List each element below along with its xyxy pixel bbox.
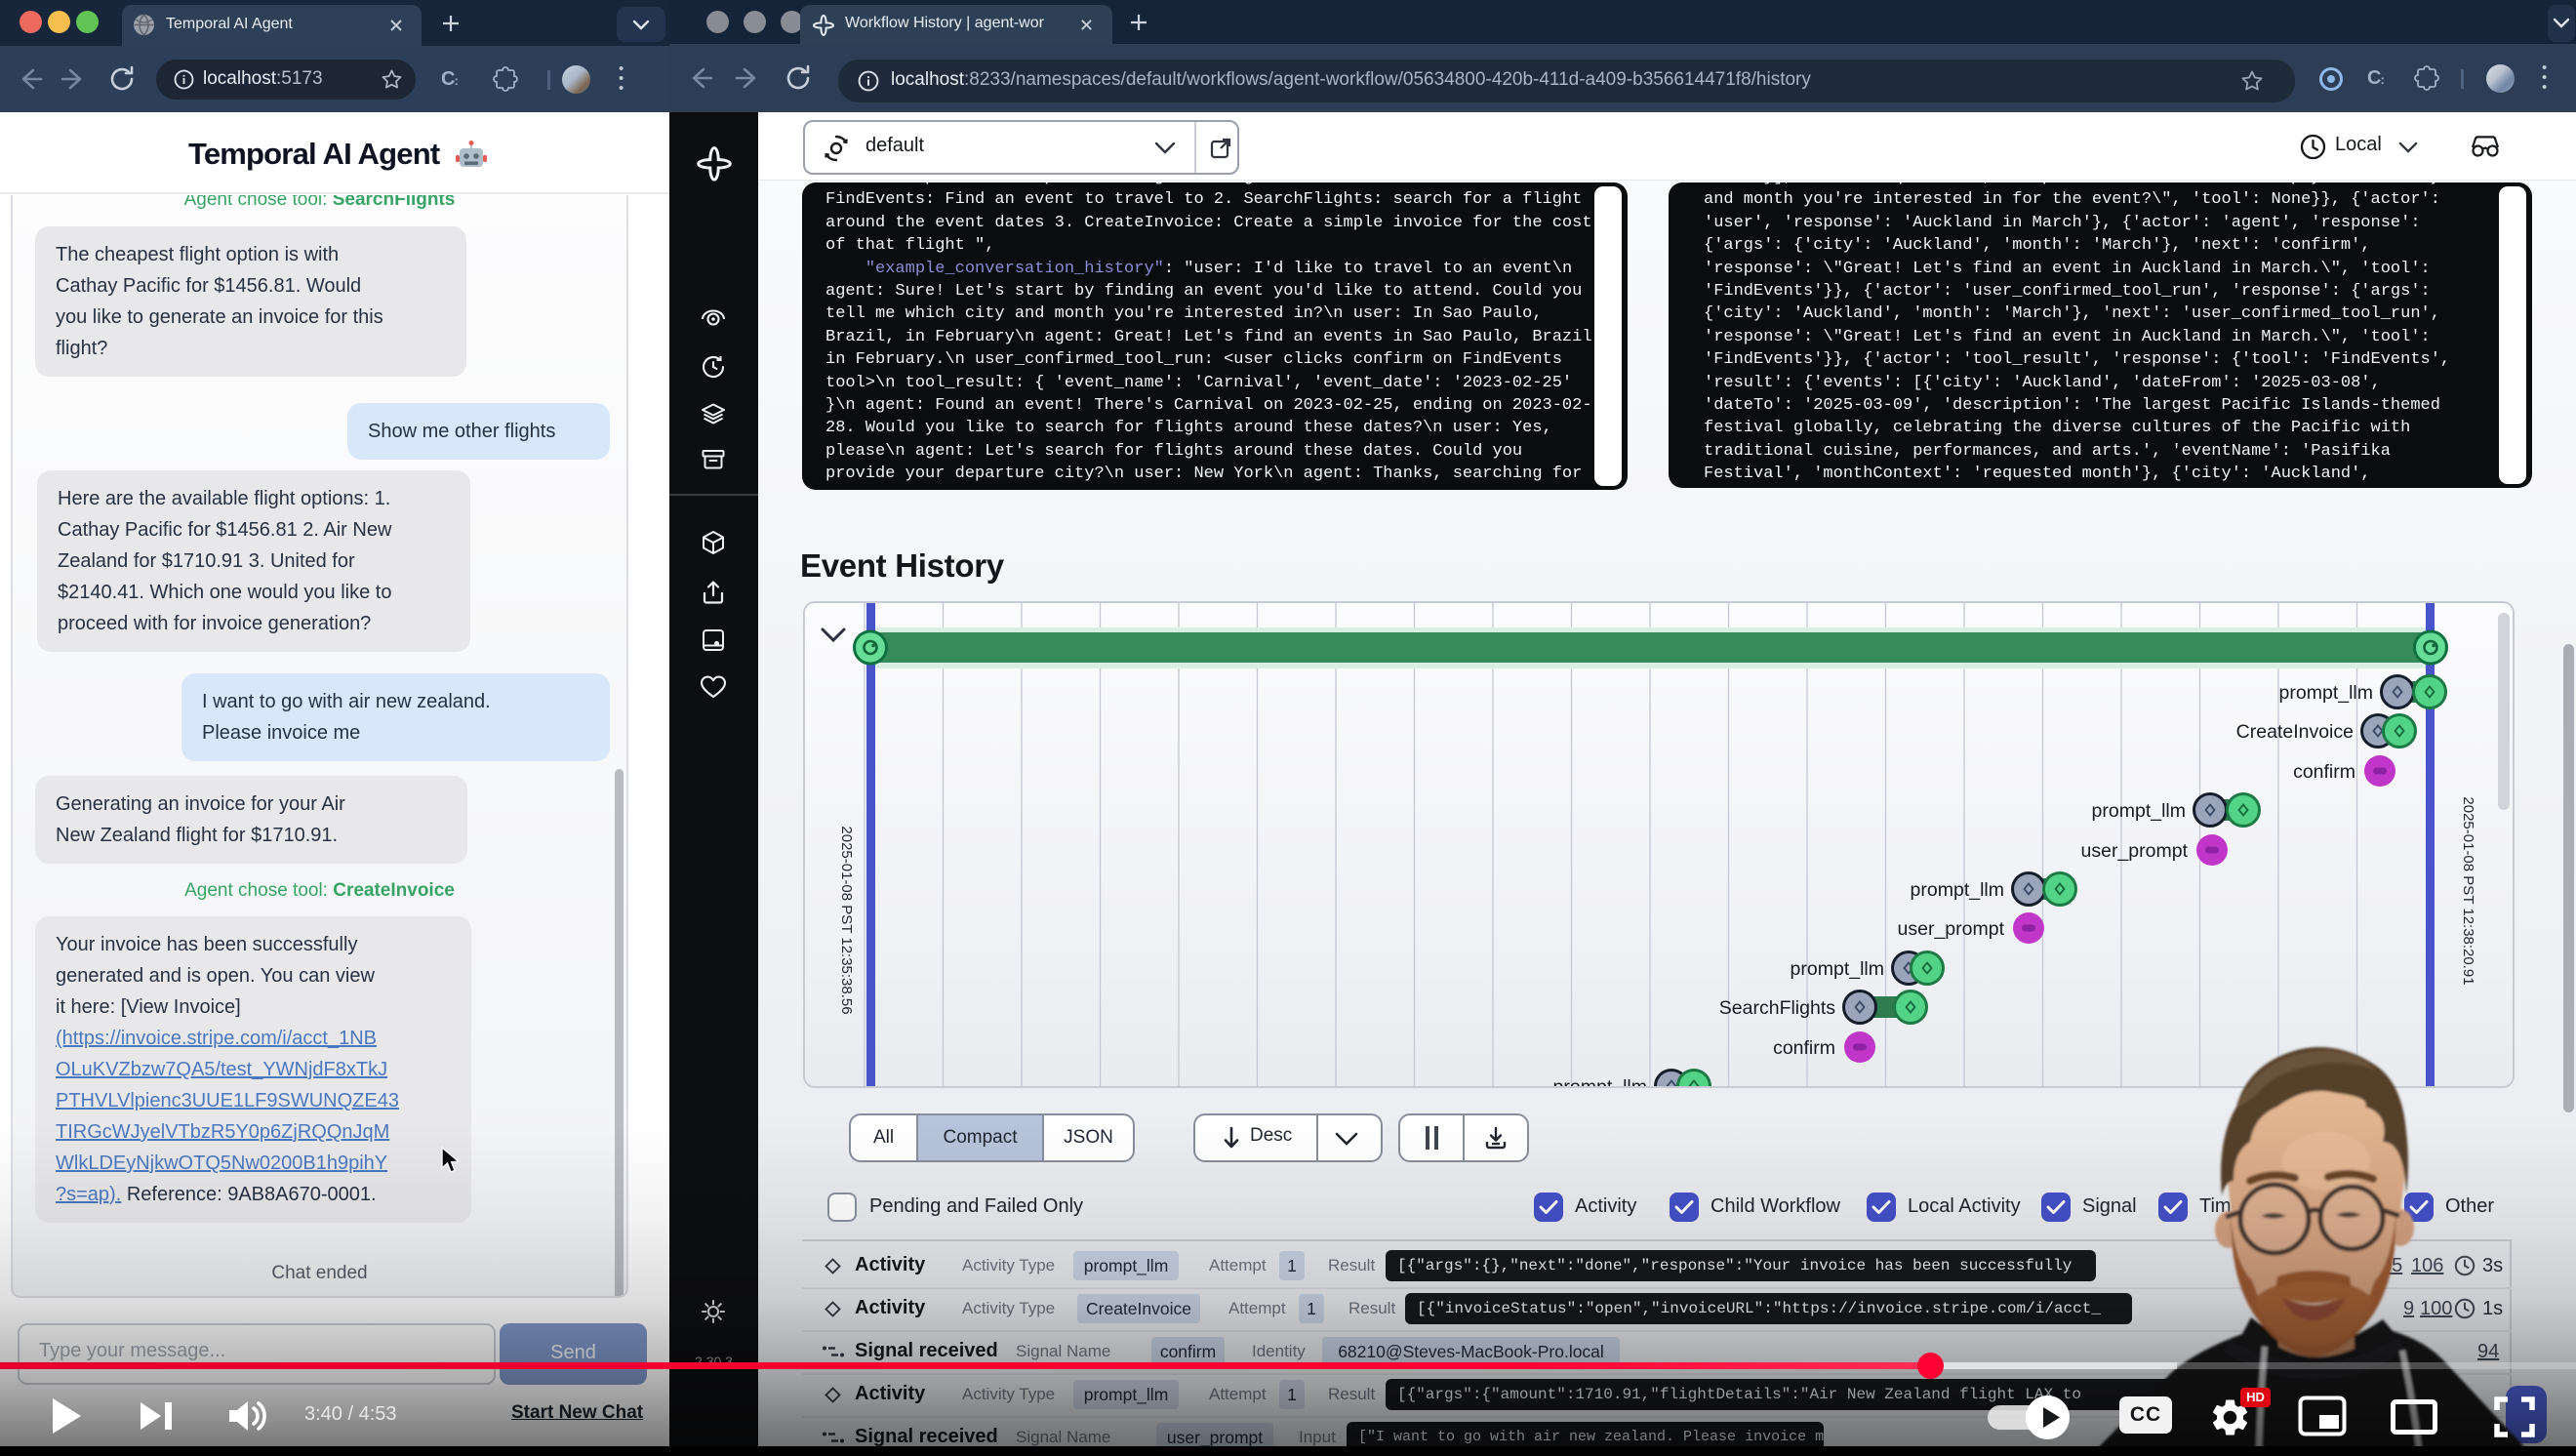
svg-text:prompt_llm: prompt_llm [2279,682,2373,704]
svg-text:user_prompt: user_prompt [2081,840,2189,862]
svg-text:2025-01-08 PST 12:38:20.91: 2025-01-08 PST 12:38:20.91 [2460,796,2476,985]
svg-text:prompt_llm: prompt_llm [1911,879,2004,901]
svg-text:SearchFlights: SearchFlights [1719,997,1835,1019]
svg-text:CreateInvoice: CreateInvoice [2236,721,2354,743]
svg-text:prompt_llm: prompt_llm [1553,1076,1647,1088]
svg-text:prompt_llm: prompt_llm [2092,800,2186,822]
svg-text:confirm: confirm [1773,1037,1835,1059]
svg-text:user_prompt: user_prompt [1898,918,2005,940]
svg-text:2025-01-08 PST 12:35:38.56: 2025-01-08 PST 12:35:38.56 [838,826,855,1014]
svg-text:confirm: confirm [2293,761,2355,783]
svg-text:prompt_llm: prompt_llm [1791,958,1884,980]
